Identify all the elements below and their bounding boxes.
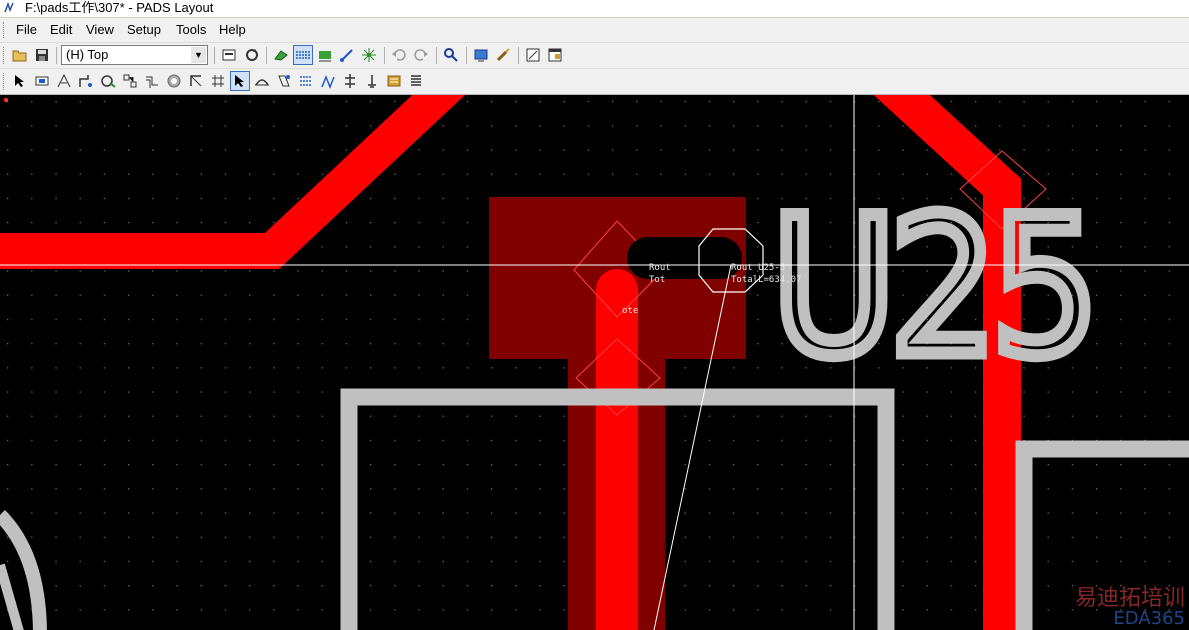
layer-select[interactable]: (H) Top ▼ [61,45,208,65]
teardrop-icon[interactable] [340,71,360,91]
toolbar-separator [56,47,57,64]
route-toolbar [0,69,1189,95]
layer-select-value: (H) Top [66,47,109,62]
redo-icon[interactable] [411,45,431,65]
eco-icon[interactable] [493,45,513,65]
watermark-sub: 易迪拓培训 [1074,586,1185,611]
toolbar-separator [384,47,385,64]
trace-tune-icon[interactable] [252,71,272,91]
auto-route-icon[interactable] [120,71,140,91]
menu-edit[interactable]: Edit [50,22,72,38]
window-title: F:\pads工作\307* - PADS Layout [25,0,214,15]
menu-file[interactable]: File [16,22,37,38]
toolbar-separator [266,47,267,64]
net-highlight-icon[interactable] [362,71,382,91]
menu-help[interactable]: Help [219,22,246,38]
cluster-toolbar-icon[interactable] [359,45,379,65]
redraw-icon[interactable] [242,45,262,65]
toolbar-separator [436,47,437,64]
annotation-left-total: Tot [649,275,665,285]
route-toolbar-icon[interactable] [337,45,357,65]
menu-tools[interactable]: Tools [176,22,206,38]
menu-setup[interactable]: Setup [127,22,161,38]
annotation-left-extra: ote [622,306,638,316]
diff-pair-icon[interactable] [230,71,250,91]
title-bar: F:\pads工作\307* - PADS Layout [0,0,1189,17]
via-icon[interactable] [164,71,184,91]
toolbar-grip[interactable] [3,47,7,64]
accordion-icon[interactable] [274,71,294,91]
dimensioning-toolbar-icon[interactable] [315,45,335,65]
standard-toolbar: (H) Top ▼ [0,43,1189,69]
origin-marker [4,98,8,102]
save-icon[interactable] [32,45,52,65]
menu-grip[interactable] [3,22,7,38]
add-route-icon[interactable] [54,71,74,91]
sketch-route-icon[interactable] [98,71,118,91]
toolbar-separator [214,47,215,64]
report-icon[interactable] [406,71,426,91]
toolbar-grip[interactable] [3,73,7,90]
length-icon[interactable] [186,71,206,91]
pads-app-icon [4,1,14,13]
design-toolbar-icon[interactable] [293,45,313,65]
board-view-icon[interactable] [523,45,543,65]
eco-route-icon[interactable] [384,71,404,91]
select-component-icon[interactable] [32,71,52,91]
chevron-down-icon[interactable]: ▼ [191,47,206,63]
bus-route-icon[interactable] [142,71,162,91]
view-panel-icon[interactable] [471,45,491,65]
pcb-drawing[interactable]: U25 Rout U25-5 TotalL=634.07 Rout Tot ot… [0,95,1189,630]
pcb-canvas[interactable]: U25 Rout U25-5 TotalL=634.07 Rout Tot ot… [0,95,1189,630]
zoom-icon[interactable] [441,45,461,65]
toolbar-separator [466,47,467,64]
annotation-total-length: TotalL=634.07 [731,275,801,285]
watermark: 易迪拓培训 EDA365 [1075,588,1185,628]
menu-bar: File Edit View Setup Tools Help [0,18,1189,43]
annotation-route-net: Rout U25-5 [731,263,785,273]
match-length-icon[interactable] [296,71,316,91]
window-icon[interactable] [545,45,565,65]
select-icon[interactable] [10,71,30,91]
fanout-icon[interactable] [318,71,338,91]
annotation-left-route: Rout [649,263,671,273]
watermark-text: EDA365 [1113,608,1185,629]
menu-view[interactable]: View [86,22,114,38]
open-folder-icon[interactable] [10,45,30,65]
drafting-toolbar-icon[interactable] [271,45,291,65]
dynamic-route-icon[interactable] [76,71,96,91]
refdes-label: U25 [771,176,1092,398]
toolbar-separator [518,47,519,64]
layer-properties-icon[interactable] [219,45,239,65]
stretch-icon[interactable] [208,71,228,91]
undo-icon[interactable] [389,45,409,65]
